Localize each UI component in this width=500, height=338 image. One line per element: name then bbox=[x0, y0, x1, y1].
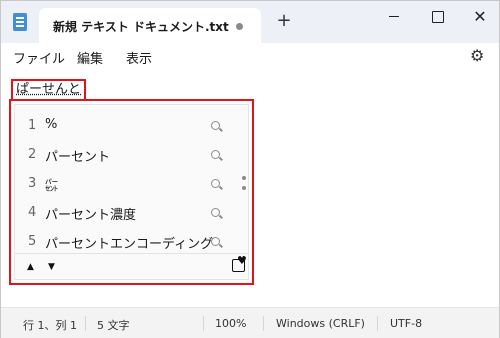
encoding[interactable]: UTF-8 bbox=[390, 317, 422, 330]
character-count: 5 文字 bbox=[97, 319, 130, 332]
candidate-text: パーセント bbox=[45, 150, 111, 165]
candidate-text: ㌫ bbox=[45, 179, 59, 194]
candidate-number: 3 bbox=[28, 176, 37, 191]
scroll-indicator[interactable] bbox=[242, 186, 246, 190]
title-bar: 新規 テキスト ドキュメント.txt + ✕ bbox=[1, 1, 499, 43]
status-bar: 行 1、列 1 5 文字 100% Windows (CRLF) UTF-8 bbox=[1, 307, 499, 338]
candidate-item[interactable]: 1 % bbox=[15, 112, 225, 141]
notepad-window: 新規 テキスト ドキュメント.txt + ✕ ファイル 編集 表示 ⚙ ぱーせん… bbox=[0, 0, 500, 338]
notepad-icon bbox=[13, 13, 27, 31]
tab-title: 新規 テキスト ドキュメント.txt bbox=[53, 20, 229, 34]
status-divider bbox=[377, 316, 378, 331]
maximize-button[interactable] bbox=[422, 5, 452, 29]
menu-view[interactable]: 表示 bbox=[126, 48, 152, 67]
search-icon[interactable] bbox=[211, 150, 220, 159]
candidate-item[interactable]: 4 パーセント濃度 bbox=[15, 199, 225, 228]
candidate-footer: ▲ ▼ bbox=[15, 253, 248, 280]
candidate-text: パーセント濃度 bbox=[45, 208, 137, 223]
ime-candidate-window: 1 % 2 パーセント 3 ㌫ 4 パーセント濃度 5 パーセントエンコーディン… bbox=[9, 99, 254, 285]
line-ending[interactable]: Windows (CRLF) bbox=[276, 317, 365, 330]
unsaved-dot-icon[interactable] bbox=[236, 23, 243, 30]
new-tab-button[interactable]: + bbox=[275, 11, 293, 31]
tab-document[interactable]: 新規 テキスト ドキュメント.txt bbox=[39, 8, 261, 43]
candidate-number: 2 bbox=[28, 147, 37, 162]
candidate-text: % bbox=[45, 117, 58, 132]
menu-edit[interactable]: 編集 bbox=[77, 48, 103, 67]
candidate-number: 5 bbox=[28, 234, 37, 249]
candidate-number: 1 bbox=[28, 118, 37, 133]
candidate-number: 4 bbox=[28, 205, 37, 220]
search-icon[interactable] bbox=[211, 237, 220, 246]
scroll-indicator[interactable] bbox=[242, 176, 246, 180]
search-icon[interactable] bbox=[211, 208, 220, 217]
next-page-button[interactable]: ▼ bbox=[48, 262, 55, 272]
close-button[interactable]: ✕ bbox=[465, 5, 495, 29]
menu-file[interactable]: ファイル bbox=[13, 48, 65, 67]
status-divider bbox=[263, 316, 264, 331]
zoom-level[interactable]: 100% bbox=[215, 317, 246, 330]
favorite-icon[interactable] bbox=[232, 254, 247, 272]
menu-bar: ファイル 編集 表示 ⚙ bbox=[1, 43, 499, 71]
candidate-item[interactable]: 2 パーセント bbox=[15, 141, 225, 170]
minimize-button[interactable] bbox=[379, 5, 409, 29]
status-divider bbox=[85, 316, 86, 331]
candidate-text: パーセントエンコーディング bbox=[45, 237, 214, 252]
cursor-position: 行 1、列 1 bbox=[23, 319, 77, 332]
candidate-list: 1 % 2 パーセント 3 ㌫ 4 パーセント濃度 5 パーセントエンコーディン… bbox=[14, 104, 249, 280]
prev-page-button[interactable]: ▲ bbox=[27, 262, 34, 272]
search-icon[interactable] bbox=[211, 121, 220, 130]
settings-icon[interactable]: ⚙ bbox=[470, 46, 484, 65]
status-divider bbox=[203, 316, 204, 331]
composition-text: ぱーせんと bbox=[11, 79, 87, 101]
search-icon[interactable] bbox=[211, 179, 220, 188]
candidate-item[interactable]: 3 ㌫ bbox=[15, 170, 225, 199]
